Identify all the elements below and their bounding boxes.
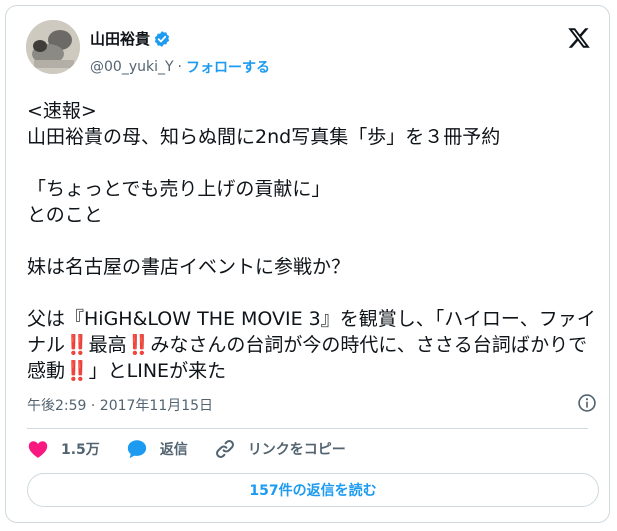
like-count: 1.5万 [61,442,100,458]
link-icon [215,440,234,458]
speech-bubble-icon [127,440,146,459]
action-bar: 1.5万 返信 リンクをコピー [27,438,372,460]
heart-icon [28,441,48,458]
tweet-text: <速報> 山田裕貴の母、知らぬ間に2nd写真集「歩」を３冊予約 「ちょっとでも売… [27,100,596,382]
author-name-row: 山田裕貴 [90,28,171,49]
author-display-name[interactable]: 山田裕貴 [90,28,150,49]
read-replies-button[interactable]: 157件の返信を読む [27,473,599,507]
avatar-photo [26,20,80,74]
copy-link-button[interactable]: リンクをコピー [214,438,346,460]
x-logo-icon[interactable] [567,26,591,50]
like-button[interactable]: 1.5万 [27,438,100,460]
copy-link-label: リンクをコピー [247,442,346,458]
info-icon[interactable] [577,393,597,413]
divider [27,428,588,429]
reply-button[interactable]: 返信 [126,438,188,460]
read-replies-label: 157件の返信を読む [249,483,377,499]
follow-button[interactable]: フォローする [186,57,270,77]
tweet-card: 山田裕貴 @00_yuki_Y · フォローする <速報> 山田裕貴の母、知らぬ… [5,5,610,523]
separator-dot: · [177,59,182,75]
author-handle[interactable]: @00_yuki_Y [90,59,174,75]
verified-badge-icon [154,30,170,47]
author-handle-row: @00_yuki_Y · フォローする [90,57,270,77]
tweet-meta: 午後2:59 · 2017年11月15日 [27,393,597,415]
reply-label: 返信 [159,442,188,458]
tweet-timestamp[interactable]: 午後2:59 · 2017年11月15日 [27,395,213,415]
avatar[interactable] [26,20,80,74]
